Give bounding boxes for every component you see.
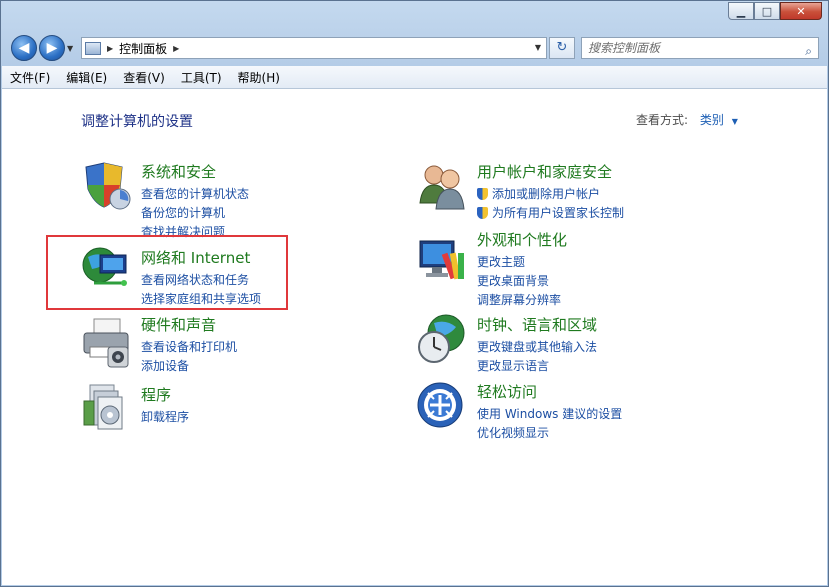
menu-edit[interactable]: 编辑(E) [58, 69, 115, 86]
ease-of-access-icon[interactable] [416, 381, 468, 433]
refresh-button[interactable]: ↻ [549, 37, 575, 59]
category-link[interactable]: 更改显示语言 [477, 357, 597, 376]
close-button[interactable]: ✕ [780, 2, 822, 20]
arrow-right-icon: ▶ [46, 40, 58, 56]
view-by-dropdown[interactable]: 类别 [700, 113, 724, 127]
category-link[interactable]: 卸载程序 [141, 408, 189, 427]
category-title[interactable]: 硬件和声音 [141, 314, 237, 335]
breadcrumb-control-panel[interactable]: 控制面板 [119, 40, 167, 57]
breadcrumb-chevron-icon[interactable]: ▶ [173, 44, 179, 53]
view-by-label: 查看方式: [636, 113, 689, 127]
shield-icon[interactable] [80, 159, 132, 211]
category-link[interactable]: 调整屏幕分辨率 [477, 291, 567, 310]
uac-shield-icon [477, 207, 488, 219]
chevron-down-icon[interactable]: ▼ [732, 117, 738, 126]
category-title[interactable]: 系统和安全 [141, 161, 249, 182]
category-link[interactable]: 更改主题 [477, 253, 567, 272]
control-panel-window: ▁ □ ✕ ◀ ▶ ▼ ▶ 控制面板 ▶ ▼ ↻ 搜索控制面板 ⌕ 文件(F) … [0, 0, 829, 587]
content-pane: 调整计算机的设置 查看方式: 类别 ▼ 系统和安全 查看您的计算机状态 备份您的… [2, 89, 827, 585]
page-title: 调整计算机的设置 [81, 114, 193, 130]
monitor-palette-icon[interactable] [416, 235, 468, 287]
category-link[interactable]: 查看设备和打印机 [141, 338, 237, 357]
category-hardware-sound: 硬件和声音 查看设备和打印机 添加设备 [141, 314, 237, 376]
caption-buttons: ▁ □ ✕ [728, 2, 822, 20]
category-link[interactable]: 为所有用户设置家长控制 [477, 204, 624, 223]
category-clock-language: 时钟、语言和区域 更改键盘或其他输入法 更改显示语言 [477, 314, 597, 376]
search-placeholder: 搜索控制面板 [588, 41, 661, 55]
category-link-label: 添加或删除用户帐户 [492, 187, 601, 201]
category-title[interactable]: 时钟、语言和区域 [477, 314, 597, 335]
back-button[interactable]: ◀ [11, 35, 37, 61]
category-title[interactable]: 用户帐户和家庭安全 [477, 161, 624, 182]
category-link[interactable]: 更改桌面背景 [477, 272, 567, 291]
category-appearance: 外观和个性化 更改主题 更改桌面背景 调整屏幕分辨率 [477, 229, 567, 310]
printer-icon[interactable] [80, 317, 132, 369]
menu-bar: 文件(F) 编辑(E) 查看(V) 工具(T) 帮助(H) [2, 66, 827, 89]
uac-shield-icon [477, 188, 488, 200]
breadcrumb-separator-icon[interactable]: ▶ [107, 44, 113, 53]
address-dropdown-icon[interactable]: ▼ [535, 43, 541, 52]
programs-icon[interactable] [80, 381, 132, 433]
menu-tools[interactable]: 工具(T) [173, 69, 230, 86]
menu-help[interactable]: 帮助(H) [230, 69, 288, 86]
category-title[interactable]: 程序 [141, 384, 189, 405]
control-panel-icon [85, 41, 101, 55]
title-bar[interactable]: ▁ □ ✕ [1, 1, 828, 31]
view-by: 查看方式: 类别 ▼ [636, 111, 738, 128]
category-link-label: 为所有用户设置家长控制 [492, 206, 625, 220]
category-link[interactable]: 使用 Windows 建议的设置 [477, 405, 622, 424]
menu-view[interactable]: 查看(V) [115, 69, 173, 86]
clock-globe-icon[interactable] [416, 313, 468, 365]
category-ease-of-access: 轻松访问 使用 Windows 建议的设置 优化视频显示 [477, 381, 622, 443]
search-input[interactable]: 搜索控制面板 ⌕ [581, 37, 819, 59]
refresh-icon: ↻ [556, 40, 568, 55]
category-user-accounts: 用户帐户和家庭安全 添加或删除用户帐户 为所有用户设置家长控制 [477, 161, 624, 223]
minimize-button[interactable]: ▁ [728, 2, 754, 20]
menu-file[interactable]: 文件(F) [2, 69, 58, 86]
category-link[interactable]: 添加或删除用户帐户 [477, 185, 624, 204]
search-icon[interactable]: ⌕ [805, 41, 812, 61]
navigation-bar: ◀ ▶ ▼ ▶ 控制面板 ▶ ▼ ↻ 搜索控制面板 ⌕ [1, 31, 828, 65]
category-programs: 程序 卸载程序 [141, 384, 189, 427]
category-title[interactable]: 轻松访问 [477, 381, 622, 402]
category-link[interactable]: 优化视频显示 [477, 424, 622, 443]
maximize-button[interactable]: □ [754, 2, 780, 20]
category-link[interactable]: 更改键盘或其他输入法 [477, 338, 597, 357]
highlight-box [46, 235, 288, 310]
forward-button[interactable]: ▶ [39, 35, 65, 61]
category-link[interactable]: 查看您的计算机状态 [141, 185, 249, 204]
users-icon[interactable] [416, 159, 468, 211]
category-link[interactable]: 备份您的计算机 [141, 204, 249, 223]
address-bar[interactable]: ▶ 控制面板 ▶ ▼ [81, 37, 547, 59]
arrow-left-icon: ◀ [18, 40, 30, 56]
category-title[interactable]: 外观和个性化 [477, 229, 567, 250]
category-link[interactable]: 添加设备 [141, 357, 237, 376]
recent-pages-dropdown[interactable]: ▼ [67, 44, 73, 53]
category-system-security: 系统和安全 查看您的计算机状态 备份您的计算机 查找并解决问题 [141, 161, 249, 242]
